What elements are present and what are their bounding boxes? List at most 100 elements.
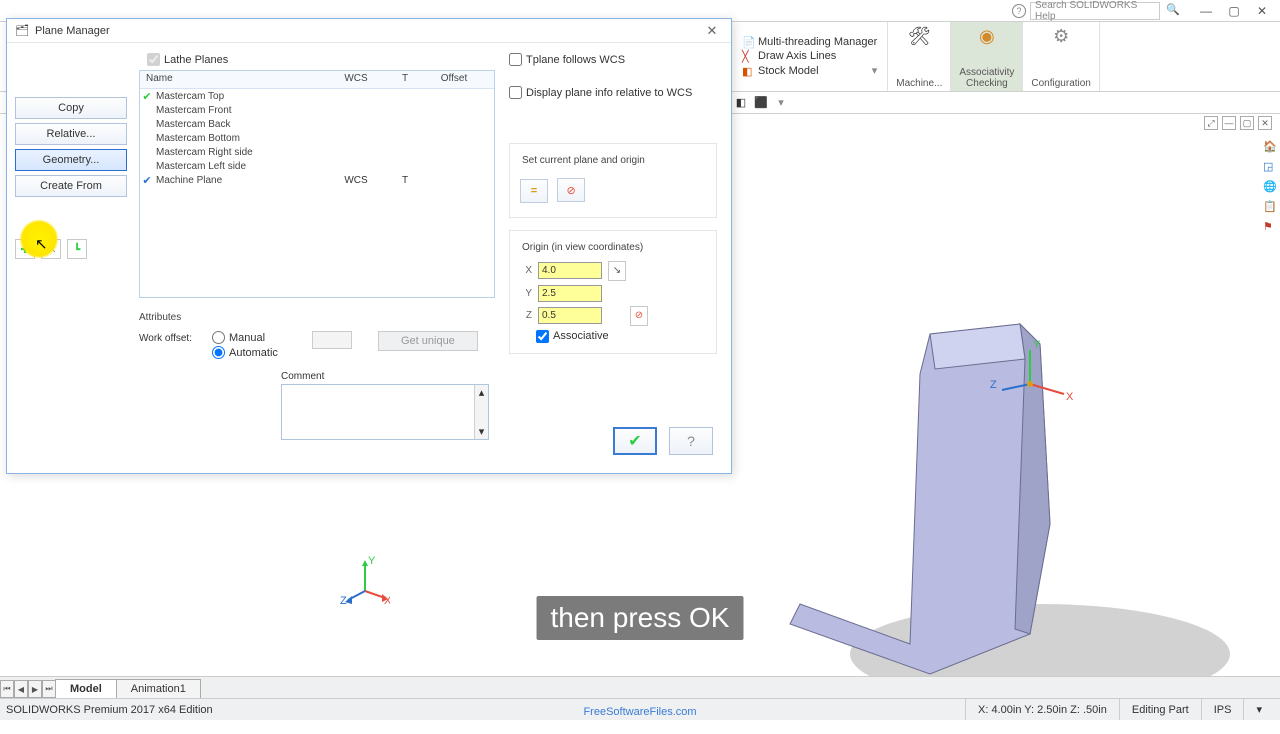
- grid-header: Name WCS T Offset: [140, 71, 494, 89]
- pane-minimize-icon[interactable]: —: [1222, 116, 1236, 130]
- work-offset-label: Work offset:: [139, 331, 192, 344]
- attributes-row: Work offset: Manual Automatic Get unique: [139, 331, 495, 359]
- tab-animation1[interactable]: Animation1: [116, 679, 201, 698]
- tplane-follows-checkbox[interactable]: Tplane follows WCS: [509, 53, 717, 66]
- checkmark-icon: ✔: [140, 90, 154, 103]
- multithreading-icon: 📄: [742, 36, 754, 48]
- bottom-tabs: ⏮ ◀ ▶ ⏭ Model Animation1: [0, 676, 1280, 698]
- custom-props-icon[interactable]: 📋: [1263, 200, 1279, 216]
- axis-icon: ╳: [742, 50, 754, 62]
- ribbon-machine-button[interactable]: 🛠 Machine...: [888, 22, 951, 91]
- ribbon-configuration-button[interactable]: ⚙ Configuration: [1023, 22, 1099, 91]
- lathe-planes-checkbox[interactable]: Lathe Planes: [139, 51, 495, 68]
- status-mode: Editing Part: [1119, 699, 1201, 720]
- tab-first-icon[interactable]: ⏮: [0, 680, 14, 698]
- appearance-icon[interactable]: 🌐: [1263, 180, 1279, 196]
- task-pane-bar: 🏠 ◲ 🌐 📋 ⚑: [1262, 114, 1280, 236]
- grid-row[interactable]: Mastercam Right side: [140, 145, 494, 159]
- dialog-right-panel: Tplane follows WCS Display plane info re…: [495, 43, 731, 473]
- display-relative-checkbox[interactable]: Display plane info relative to WCS: [509, 86, 717, 99]
- grid-row[interactable]: Mastercam Back: [140, 117, 494, 131]
- gear-icon: ⚙: [1053, 26, 1069, 47]
- tab-last-icon[interactable]: ⏭: [42, 680, 56, 698]
- triad-plane-icon[interactable]: ┗: [67, 239, 87, 259]
- checkmark-icon: ✔: [140, 174, 154, 187]
- work-offset-input: [312, 331, 352, 349]
- dialog-titlebar: 🗂 Plane Manager ✕: [7, 19, 731, 43]
- minimize-button[interactable]: —: [1192, 2, 1220, 20]
- ribbon-item-draw-axis[interactable]: ╳Draw Axis Lines: [742, 50, 877, 62]
- dialog-center-panel: Lathe Planes Name WCS T Offset ✔Masterca…: [135, 43, 495, 473]
- toolbox-icon[interactable]: ⚑: [1263, 220, 1279, 236]
- grid-row[interactable]: ✔Mastercam Top: [140, 89, 494, 103]
- status-dropdown-icon[interactable]: ▾: [1243, 699, 1274, 720]
- origin-z-input[interactable]: [538, 307, 602, 324]
- dialog-actions: ✔ ?: [509, 419, 717, 463]
- status-coords: X: 4.00in Y: 2.50in Z: .50in: [965, 699, 1119, 720]
- automatic-radio[interactable]: Automatic: [212, 346, 278, 359]
- geometry-button[interactable]: Geometry...: [15, 149, 127, 171]
- caption-overlay: then press OK: [537, 596, 744, 640]
- pane-expand-icon[interactable]: ⤢: [1204, 116, 1218, 130]
- help-icon[interactable]: ?: [1012, 4, 1026, 18]
- pick-point-button[interactable]: ↘: [608, 261, 626, 281]
- associativity-icon: ◉: [979, 26, 995, 47]
- stock-icon: ◧: [742, 65, 754, 77]
- ribbon-associativity-button[interactable]: ◉ Associativity Checking: [951, 22, 1023, 91]
- pane-restore-icon[interactable]: ▢: [1240, 116, 1254, 130]
- planes-grid[interactable]: Name WCS T Offset ✔Mastercam Top Masterc…: [139, 70, 495, 298]
- associative-checkbox[interactable]: Associative: [536, 330, 706, 343]
- grid-row-machine-plane[interactable]: ✔ Machine Plane WCS T: [140, 173, 494, 187]
- origin-y-input[interactable]: [538, 285, 602, 302]
- get-unique-button: Get unique: [378, 331, 478, 351]
- tab-next-icon[interactable]: ▶: [28, 680, 42, 698]
- reset-button[interactable]: ⊘: [557, 178, 585, 202]
- toolbar-icon-2[interactable]: ⬛: [752, 94, 770, 112]
- grid-row[interactable]: Mastercam Bottom: [140, 131, 494, 145]
- ribbon-item-multithreading[interactable]: 📄Multi-threading Manager: [742, 36, 877, 48]
- help-search-input[interactable]: Search SOLIDWORKS Help: [1030, 2, 1160, 20]
- tab-prev-icon[interactable]: ◀: [14, 680, 28, 698]
- status-edition: SOLIDWORKS Premium 2017 x64 Edition: [6, 704, 213, 716]
- dialog-close-button[interactable]: ✕: [701, 22, 723, 40]
- svg-text:X: X: [1066, 391, 1074, 403]
- svg-text:Y: Y: [368, 556, 376, 567]
- ribbon-item-stock-model[interactable]: ◧Stock Model▾: [742, 64, 877, 77]
- help-button[interactable]: ?: [669, 427, 713, 455]
- model-preview: Y X Z: [720, 274, 1240, 734]
- create-from-button[interactable]: Create From: [15, 175, 127, 197]
- svg-text:Z: Z: [990, 379, 997, 391]
- cursor-icon: ↖: [35, 235, 48, 253]
- close-button[interactable]: ✕: [1248, 2, 1276, 20]
- plane-manager-icon: 🗂: [15, 24, 29, 38]
- svg-text:Z: Z: [340, 595, 347, 606]
- grid-row[interactable]: Mastercam Left side: [140, 159, 494, 173]
- maximize-button[interactable]: ▢: [1220, 2, 1248, 20]
- watermark: FreeSoftwareFiles.com: [583, 706, 696, 718]
- manual-radio[interactable]: Manual: [212, 331, 278, 344]
- svg-text:Y: Y: [1033, 339, 1041, 351]
- toolbar-dropdown-icon[interactable]: ▾: [772, 94, 790, 112]
- ok-button[interactable]: ✔: [613, 427, 657, 455]
- tab-model[interactable]: Model: [55, 679, 117, 698]
- comment-textarea[interactable]: ▴▾: [281, 384, 489, 440]
- equals-button[interactable]: =: [520, 179, 548, 203]
- grid-row[interactable]: Mastercam Front: [140, 103, 494, 117]
- scrollbar[interactable]: ▴▾: [474, 385, 488, 439]
- relative-button[interactable]: Relative...: [15, 123, 127, 145]
- origin-x-input[interactable]: [538, 262, 602, 279]
- status-units[interactable]: IPS: [1201, 699, 1244, 720]
- toolbar-icon-1[interactable]: ◧: [732, 94, 750, 112]
- svg-text:X: X: [384, 595, 390, 606]
- resources-icon[interactable]: ◲: [1263, 160, 1279, 176]
- home-icon[interactable]: 🏠: [1263, 140, 1279, 156]
- reset-origin-button[interactable]: ⊘: [630, 306, 648, 326]
- search-icon[interactable]: 🔍: [1166, 3, 1182, 19]
- machine-icon: 🛠: [908, 26, 931, 47]
- origin-group: Origin (in view coordinates) X↘ Y Z⊘ Ass…: [509, 230, 717, 354]
- comment-label: Comment: [281, 371, 495, 382]
- view-triad: Y X Z: [340, 556, 390, 606]
- plane-manager-dialog: 🗂 Plane Manager ✕ Copy Relative... Geome…: [6, 18, 732, 474]
- copy-button[interactable]: Copy: [15, 97, 127, 119]
- dialog-left-panel: Copy Relative... Geometry... Create From…: [7, 43, 135, 473]
